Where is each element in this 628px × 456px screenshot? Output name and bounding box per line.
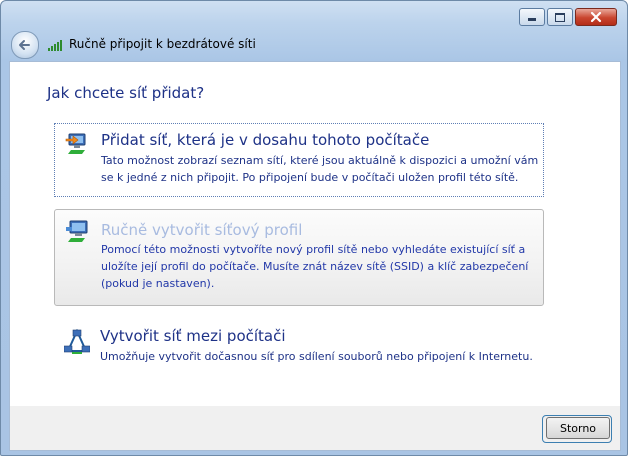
option-manual-profile[interactable]: Ručně vytvořit síťový profil Pomocí této… [54,209,544,306]
option-3-title: Vytvořit síť mezi počítači [100,327,286,345]
network-add-icon [65,133,86,154]
content-area: Jak chcete síť přidat? Přidat síť, která… [9,61,621,407]
option-2-description: Pomocí této možnosti vytvoříte nový prof… [101,243,529,290]
minimize-button[interactable] [519,8,545,26]
option-1-description: Tato možnost zobrazí seznam sítí, které … [101,154,539,184]
option-add-network-in-range[interactable]: Přidat síť, která je v dosahu tohoto poč… [54,123,544,197]
option-2-title: Ručně vytvořit síťový profil [101,221,303,239]
option-ad-hoc-network[interactable]: Vytvořit síť mezi počítači Umožňuje vytv… [54,324,542,384]
window-title: Ručně připojit k bezdrátové síti [69,37,256,51]
back-arrow-icon [19,40,30,50]
wizard-window: Ručně připojit k bezdrátové síti Jak chc… [0,0,628,456]
cancel-button[interactable]: Storno [546,417,610,439]
maximize-button[interactable] [547,8,573,26]
ad-hoc-network-icon [64,329,90,354]
option-3-description: Umožňuje vytvořit dočasnou síť pro sdíle… [100,350,533,363]
page-heading: Jak chcete síť přidat? [47,84,205,102]
back-button[interactable] [11,31,39,59]
footer-bar: Storno [9,406,621,451]
title-bar [1,1,627,31]
close-icon [590,11,602,23]
minimize-icon [528,18,536,21]
network-computer-icon [66,220,88,242]
option-1-title: Přidat síť, která je v dosahu tohoto poč… [101,131,430,149]
close-button[interactable] [575,8,617,26]
navigation-bar: Ručně připojit k bezdrátové síti [1,31,627,61]
maximize-icon [555,13,565,22]
window-controls [519,8,617,26]
wireless-signal-icon [48,40,62,51]
